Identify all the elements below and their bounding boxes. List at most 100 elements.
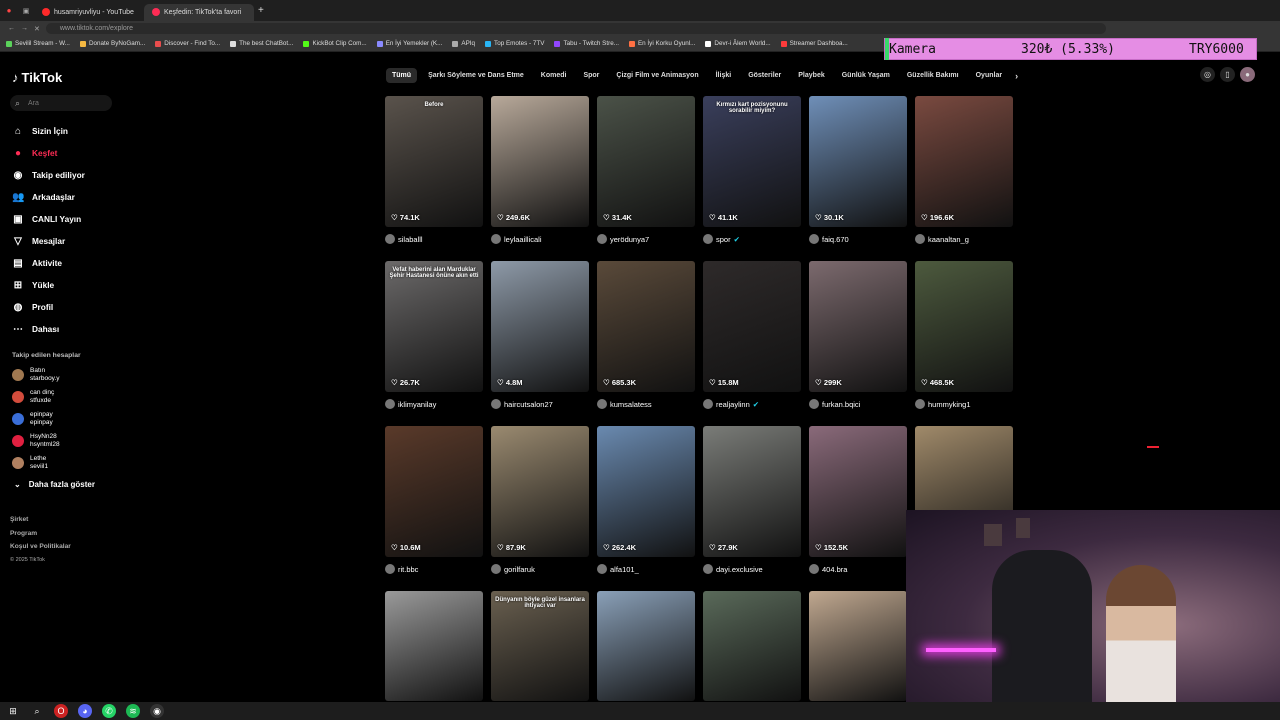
video-thumbnail[interactable]: ♡ 249.6K xyxy=(491,96,589,227)
video-author[interactable]: leylaaillicali xyxy=(491,234,542,244)
footer-link-program[interactable]: Program xyxy=(10,527,71,541)
video-author[interactable]: faiq.670 xyxy=(809,234,849,244)
bookmark-item[interactable]: KickBot Clip Com... xyxy=(303,40,367,47)
video-thumbnail[interactable]: ♡ 27.9K xyxy=(703,426,801,557)
video-author[interactable]: silaballl xyxy=(385,234,423,244)
video-thumbnail[interactable] xyxy=(385,591,483,701)
video-thumbnail[interactable]: ♡ 31.4K xyxy=(597,96,695,227)
following-account[interactable]: can dinç stfuxde xyxy=(12,386,60,408)
video-author[interactable]: haircutsalon27 xyxy=(491,399,553,409)
video-card[interactable] xyxy=(597,591,695,701)
category-tab[interactable]: Tümü xyxy=(386,68,418,83)
bookmark-item[interactable]: Devr-i Âlem World... xyxy=(705,40,771,47)
video-card[interactable]: ♡ 15.8M realjaylinn ✔ xyxy=(703,261,801,409)
video-thumbnail[interactable]: ♡ 30.1K xyxy=(809,96,907,227)
video-author[interactable]: yerödunya7 xyxy=(597,234,649,244)
sidebar-item-upload[interactable]: ⊞ Yükle xyxy=(12,274,85,296)
bookmark-item[interactable]: Top Emotes - 7TV xyxy=(485,40,544,47)
coin-icon[interactable]: ◎ xyxy=(1200,67,1215,82)
user-avatar[interactable]: ● xyxy=(1240,67,1255,82)
taskbar-whatsapp-icon[interactable]: ✆ xyxy=(102,704,116,718)
window-menu-icon[interactable]: ● xyxy=(0,6,18,15)
video-card[interactable] xyxy=(809,591,907,701)
bookmark-item[interactable]: En İyi Korku Oyunl... xyxy=(628,40,695,47)
category-tab[interactable]: Gösteriler xyxy=(742,68,787,83)
video-author[interactable]: kumsalatess xyxy=(597,399,652,409)
video-card[interactable]: ♡ 685.3K kumsalatess xyxy=(597,261,695,409)
show-more-accounts-button[interactable]: ⌄ Daha fazla göster xyxy=(14,480,95,489)
video-card[interactable] xyxy=(703,591,801,701)
taskbar-search-icon[interactable]: ⌕ xyxy=(30,704,44,718)
video-thumbnail[interactable]: ♡ 468.5K xyxy=(915,261,1013,392)
video-thumbnail[interactable]: ♡ 10.6M xyxy=(385,426,483,557)
sidebar-item-compass[interactable]: ● Keşfet xyxy=(12,142,85,164)
bookmark-item[interactable]: APIq xyxy=(452,40,475,47)
video-thumbnail[interactable] xyxy=(597,591,695,701)
video-card[interactable]: ♡ 299K furkan.bqici xyxy=(809,261,907,409)
video-card[interactable]: Before ♡ 74.1K silaballl xyxy=(385,96,483,244)
forward-icon[interactable]: → xyxy=(21,25,28,32)
loading-icon[interactable]: ✕ xyxy=(34,25,40,33)
video-thumbnail[interactable] xyxy=(703,591,801,701)
search-input[interactable]: ⌕ Ara xyxy=(10,95,112,111)
chevron-right-icon[interactable]: › xyxy=(1015,71,1018,81)
video-author[interactable]: furkan.bqici xyxy=(809,399,860,409)
video-card[interactable]: ♡ 468.5K hummyking1 xyxy=(915,261,1013,409)
video-card[interactable]: ♡ 10.6M rit.bbc xyxy=(385,426,483,574)
sidebar-item-more[interactable]: ⋯ Dahası xyxy=(12,318,85,340)
video-card[interactable]: Kırmızı kart pozisyonunu sorabilir miyim… xyxy=(703,96,801,244)
footer-link-company[interactable]: Şirket xyxy=(10,513,71,527)
video-card[interactable]: ♡ 196.6K kaanaltan_g xyxy=(915,96,1013,244)
video-author[interactable]: dayi.exclusive xyxy=(703,564,763,574)
new-tab-button[interactable]: + xyxy=(258,5,264,16)
category-tab[interactable]: Komedi xyxy=(535,68,573,83)
video-author[interactable]: rit.bbc xyxy=(385,564,418,574)
bookmark-item[interactable]: Discover - Find To... xyxy=(155,40,220,47)
following-account[interactable]: Lethe seviil1 xyxy=(12,452,60,474)
windows-start-icon[interactable]: ⊞ xyxy=(6,704,20,718)
category-tab[interactable]: Oyunlar xyxy=(970,68,1008,83)
taskbar-obs-icon[interactable]: ◉ xyxy=(150,704,164,718)
video-author[interactable]: kaanaltan_g xyxy=(915,234,969,244)
sidebar-item-activity[interactable]: ▤ Aktivite xyxy=(12,252,85,274)
video-author[interactable]: alfa101_ xyxy=(597,564,639,574)
video-card[interactable] xyxy=(385,591,483,701)
category-tab[interactable]: Şarkı Söyleme ve Dans Etme xyxy=(422,68,530,83)
video-thumbnail[interactable]: ♡ 87.9K xyxy=(491,426,589,557)
video-card[interactable]: ♡ 249.6K leylaaillicali xyxy=(491,96,589,244)
tiktok-logo[interactable]: ♪ TikTok xyxy=(12,70,62,85)
category-tab[interactable]: Güzellik Bakımı xyxy=(901,68,965,83)
video-thumbnail[interactable]: Kırmızı kart pozisyonunu sorabilir miyim… xyxy=(703,96,801,227)
video-author[interactable]: iklimyanilay xyxy=(385,399,436,409)
video-thumbnail[interactable]: Dünyanın böyle güzel insanlara ihtiyacı … xyxy=(491,591,589,701)
video-card[interactable]: ♡ 87.9K gorilfaruk xyxy=(491,426,589,574)
category-tab[interactable]: İlişki xyxy=(710,68,738,83)
category-tab[interactable]: Günlük Yaşam xyxy=(836,68,896,83)
video-card[interactable]: ♡ 4.8M haircutsalon27 xyxy=(491,261,589,409)
sidebar-item-live[interactable]: ▣ CANLI Yayın xyxy=(12,208,85,230)
video-thumbnail[interactable]: ♡ 196.6K xyxy=(915,96,1013,227)
sidebar-item-home[interactable]: ⌂ Sizin İçin xyxy=(12,120,85,142)
taskbar-spotify-icon[interactable]: ≋ xyxy=(126,704,140,718)
sidebar-item-profile[interactable]: ◍ Profil xyxy=(12,296,85,318)
video-thumbnail[interactable]: ♡ 299K xyxy=(809,261,907,392)
video-card[interactable]: Dünyanın böyle güzel insanlara ihtiyacı … xyxy=(491,591,589,701)
tab-search-icon[interactable]: ▣ xyxy=(18,7,34,15)
bookmark-item[interactable]: En İyi Yemekler (K... xyxy=(376,40,442,47)
video-card[interactable]: ♡ 31.4K yerödunya7 xyxy=(597,96,695,244)
following-account[interactable]: epinpay epinpay xyxy=(12,408,60,430)
tab-tiktok[interactable]: Keşfedin: TikTok'ta favori xyxy=(144,3,254,21)
video-card[interactable]: ♡ 152.5K 404.bra xyxy=(809,426,907,574)
video-card[interactable]: ♡ 30.1K faiq.670 xyxy=(809,96,907,244)
bookmark-item[interactable]: Streamer Dashboa... xyxy=(780,40,848,47)
bookmark-item[interactable]: Donate ByNoGam... xyxy=(79,40,145,47)
bookmark-item[interactable]: The best ChatBot... xyxy=(230,40,293,47)
video-author[interactable]: gorilfaruk xyxy=(491,564,535,574)
following-account[interactable]: HsyNn28 hsyntml28 xyxy=(12,430,60,452)
video-author[interactable]: 404.bra xyxy=(809,564,847,574)
video-author[interactable]: realjaylinn ✔ xyxy=(703,399,759,409)
video-author[interactable]: spor ✔ xyxy=(703,234,740,244)
category-tab[interactable]: Spor xyxy=(577,68,605,83)
device-icon[interactable]: ▯ xyxy=(1220,67,1235,82)
taskbar-opera-icon[interactable]: O xyxy=(54,704,68,718)
